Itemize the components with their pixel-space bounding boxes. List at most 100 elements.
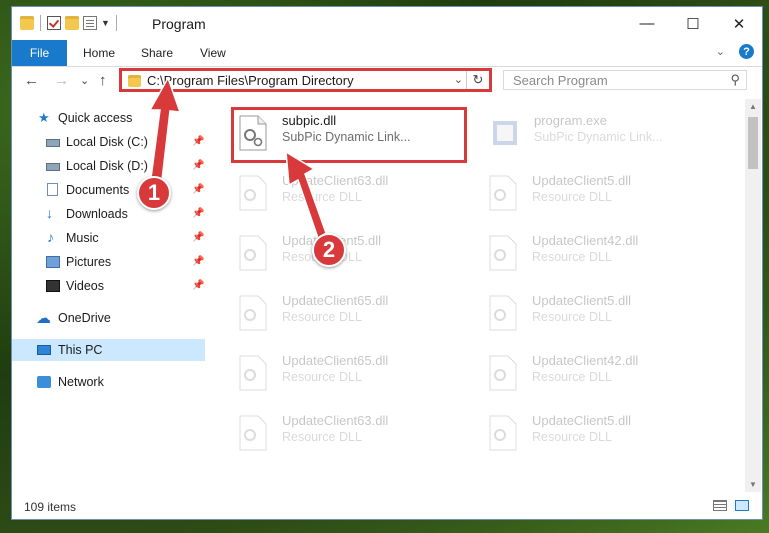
item-count: 109 items [24,500,77,514]
scroll-up-icon[interactable]: ▲ [745,102,761,111]
file-item[interactable]: UpdateClient5.dll Resource DLL [232,227,468,279]
file-name: UpdateClient63.dll [282,413,389,428]
sidebar-item-local-disk-c[interactable]: Local Disk (C:) 📌 [12,131,205,153]
window-controls: — ☐ ✕ [624,7,762,40]
file-description: Resource DLL [532,250,612,264]
documents-icon [47,183,58,196]
step-1-badge: 1 [137,176,171,210]
scrollbar-thumb[interactable] [748,117,758,169]
sidebar-item-label: Videos [66,279,104,293]
refresh-button[interactable]: ↻ [466,71,489,89]
file-name: UpdateClient5.dll [532,413,632,428]
dll-file-icon [489,295,517,331]
address-path[interactable]: C:\Program Files\Program Directory [147,73,354,88]
music-icon: ♪ [47,229,54,245]
file-item-program-exe[interactable]: program.exe SubPic Dynamic Link... [484,107,720,159]
sidebar-item-label: Documents [66,183,130,197]
sidebar-item-quick-access[interactable]: ★ Quick access [12,107,205,129]
sidebar-item-pictures[interactable]: Pictures 📌 [12,251,205,273]
address-bar[interactable]: C:\Program Files\Program Directory ⌄ ↻ [119,68,492,92]
toolbar-separator [115,15,117,31]
dll-file-icon [239,235,267,271]
folder-icon [20,16,34,30]
disk-icon [46,163,60,171]
sidebar-item-this-pc[interactable]: This PC [12,339,205,361]
sidebar-item-documents[interactable]: Documents 📌 [12,179,205,201]
file-item[interactable]: UpdateClient63.dll Resource DLL [232,407,468,459]
ribbon: File Home Share View ⌄ ? [12,40,762,67]
file-item[interactable]: UpdateClient5.dll Resource DLL [482,287,718,339]
pin-icon[interactable]: 📌 [192,256,204,267]
back-button[interactable]: ← [24,72,39,89]
pin-icon[interactable]: 📌 [192,208,204,219]
large-icons-view-icon[interactable] [735,500,749,511]
file-item[interactable]: UpdateClient5.dll Resource DLL [482,407,718,459]
sidebar-item-local-disk-d[interactable]: Local Disk (D:) 📌 [12,155,205,177]
highlight-box [231,107,467,163]
dll-file-icon [239,175,267,211]
file-name: UpdateClient5.dll [532,173,632,188]
customize-toolbar-icon[interactable]: ▼ [101,18,110,28]
file-item[interactable]: UpdateClient63.dll Resource DLL [232,167,468,219]
scroll-down-icon[interactable]: ▼ [745,480,761,489]
help-icon[interactable]: ? [739,44,754,59]
file-description: Resource DLL [282,430,362,444]
file-description: Resource DLL [282,370,362,384]
title-bar: ▼ Program — ☐ ✕ [12,7,762,40]
status-bar: 109 items [12,492,762,519]
chevron-down-icon[interactable]: ⌄ [454,73,463,86]
network-icon [37,376,51,388]
sidebar-item-onedrive[interactable]: ☁ OneDrive [12,307,205,329]
properties-check-icon[interactable] [47,16,61,30]
dll-file-icon [239,355,267,391]
file-name: UpdateClient5.dll [532,293,632,308]
file-item[interactable]: UpdateClient42.dll Resource DLL [482,227,718,279]
file-item[interactable]: UpdateClient65.dll Resource DLL [232,287,468,339]
pin-icon[interactable]: 📌 [192,136,204,147]
file-description: Resource DLL [532,310,612,324]
file-item[interactable]: UpdateClient5.dll Resource DLL [482,167,718,219]
sidebar-item-downloads[interactable]: ↓ Downloads 📌 [12,203,205,225]
details-view-icon[interactable] [713,500,727,511]
vertical-scrollbar[interactable]: ▲ ▼ [745,99,761,492]
sidebar-item-music[interactable]: ♪ Music 📌 [12,227,205,249]
file-name: program.exe [534,113,607,128]
file-name: UpdateClient65.dll [282,353,389,368]
dll-file-icon [239,295,267,331]
search-input[interactable]: Search Program [513,73,608,88]
tab-home[interactable]: Home [83,46,115,60]
close-button[interactable]: ✕ [716,7,762,40]
pin-icon[interactable]: 📌 [192,280,204,291]
pin-icon[interactable]: 📌 [192,232,204,243]
download-icon: ↓ [46,205,53,221]
file-item[interactable]: UpdateClient65.dll Resource DLL [232,347,468,399]
search-box[interactable]: Search Program ⚲ [503,70,747,90]
expand-ribbon-icon[interactable]: ⌄ [716,45,725,58]
tab-share[interactable]: Share [141,46,173,60]
properties-icon[interactable] [83,16,97,30]
new-folder-icon[interactable] [65,16,79,30]
file-description: Resource DLL [532,190,612,204]
minimize-button[interactable]: — [624,7,670,40]
file-description: Resource DLL [532,370,612,384]
dll-file-icon [489,175,517,211]
pin-icon[interactable]: 📌 [192,184,204,195]
file-name: UpdateClient42.dll [532,233,639,248]
file-item[interactable]: UpdateClient42.dll Resource DLL [482,347,718,399]
up-button[interactable]: ↑ [99,72,107,89]
tab-view[interactable]: View [200,46,226,60]
sidebar-item-videos[interactable]: Videos 📌 [12,275,205,297]
file-tab[interactable]: File [12,40,67,66]
sidebar-item-label: Local Disk (D:) [66,159,148,173]
sidebar-item-label: Downloads [66,207,128,221]
dll-file-icon [489,355,517,391]
file-name: UpdateClient63.dll [282,173,389,188]
search-icon[interactable]: ⚲ [730,72,740,88]
recent-locations-button[interactable]: ⌄ [80,74,89,87]
forward-button[interactable]: → [54,72,69,89]
sidebar-item-network[interactable]: Network [12,371,205,393]
dll-file-icon [489,235,517,271]
pin-icon[interactable]: 📌 [192,160,204,171]
exe-file-icon [493,121,517,145]
maximize-button[interactable]: ☐ [670,7,716,40]
